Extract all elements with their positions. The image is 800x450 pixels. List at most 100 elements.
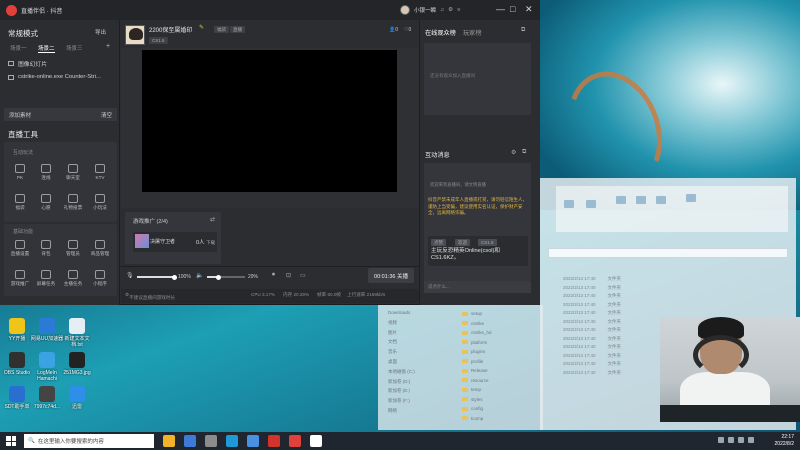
- avatar[interactable]: [400, 5, 410, 15]
- folder-item[interactable]: setup: [462, 311, 482, 316]
- add-source-button[interactable]: 添加素材: [9, 111, 31, 119]
- tool-button[interactable]: KTV: [87, 164, 113, 180]
- maximize-button[interactable]: □: [510, 4, 515, 14]
- file-row[interactable]: 2022/2/13 17:40 文件夹: [563, 319, 621, 325]
- explorer-nav-item[interactable]: 文档: [388, 339, 397, 345]
- tab-player-rank[interactable]: 玩家榜: [463, 28, 482, 37]
- tray-chevron-icon[interactable]: [718, 437, 724, 443]
- file-row[interactable]: 2022/2/13 17:40 文件夹: [563, 336, 621, 342]
- file-row[interactable]: 2022/2/13 17:40 文件夹: [563, 361, 621, 367]
- tool-button[interactable]: 游戏推广: [7, 270, 33, 287]
- file-row[interactable]: 2022/2/13 17:40 文件夹: [563, 293, 621, 299]
- taskbar-app-icon[interactable]: [163, 435, 175, 447]
- tab-online-audience[interactable]: 在线观众榜: [425, 28, 456, 37]
- file-explorer-nav-pane[interactable]: [378, 305, 543, 430]
- tool-button[interactable]: 小程序: [87, 270, 113, 287]
- taskbar-app-icon[interactable]: [247, 435, 259, 447]
- explorer-nav-item[interactable]: 视频: [388, 320, 397, 326]
- tag-chip[interactable]: 福袋: [214, 26, 229, 33]
- history-icon[interactable]: [656, 196, 666, 204]
- add-scene-icon[interactable]: +: [106, 43, 110, 50]
- speaker-volume-knob[interactable]: [216, 274, 221, 280]
- chat-input[interactable]: 说点什么...: [424, 281, 531, 293]
- taskbar-app-icon[interactable]: [205, 435, 217, 447]
- speaker-icon[interactable]: 🔈: [196, 272, 203, 279]
- folder-item[interactable]: Release: [462, 368, 488, 373]
- taskbar-app-icon[interactable]: [226, 435, 238, 447]
- menu-icon[interactable]: ≡: [457, 7, 460, 13]
- scene-tab-2[interactable]: 场景二: [38, 44, 55, 53]
- folder-item[interactable]: styles: [462, 397, 483, 402]
- record-icon[interactable]: ⏺: [272, 272, 275, 279]
- select-all-icon[interactable]: [686, 194, 696, 202]
- tool-button[interactable]: 心愿: [33, 194, 59, 211]
- streamer-avatar[interactable]: [125, 25, 145, 45]
- folder-item[interactable]: platform: [462, 340, 487, 345]
- mic-volume-slider[interactable]: [137, 274, 177, 280]
- clock[interactable]: 22:17 2022/8/2: [775, 434, 794, 448]
- explorer-nav-item[interactable]: 新加卷 (E:): [388, 388, 410, 394]
- desktop-icon[interactable]: YY开播: [0, 318, 34, 342]
- speaker-volume-slider[interactable]: [207, 274, 245, 280]
- folder-item[interactable]: config: [462, 406, 483, 411]
- headset-icon[interactable]: ♫: [440, 7, 444, 13]
- explorer-nav-item[interactable]: 图片: [388, 330, 397, 336]
- taskbar-app-icon[interactable]: [310, 435, 322, 447]
- chat-popout-icon[interactable]: ⧉: [522, 149, 526, 156]
- open-icon[interactable]: [616, 196, 626, 204]
- desktop-icon[interactable]: OBS Studio: [0, 352, 34, 376]
- explorer-address-bar[interactable]: [548, 248, 788, 258]
- tool-button[interactable]: 直播设置: [7, 240, 33, 257]
- network-icon[interactable]: [728, 437, 734, 443]
- folder-item[interactable]: plugins: [462, 349, 485, 354]
- tag-chip[interactable]: 直播: [230, 26, 245, 33]
- edit-icon[interactable]: [636, 196, 646, 204]
- tool-button[interactable]: 商品管理: [87, 240, 113, 257]
- swap-icon[interactable]: ⇄: [210, 216, 215, 223]
- taskbar-app-icon[interactable]: [184, 435, 196, 447]
- source-item-game[interactable]: cstrike-online.exe Counter-Stri...: [8, 74, 101, 80]
- explorer-nav-item[interactable]: 网络: [388, 408, 397, 414]
- chat-settings-icon[interactable]: ⚙: [511, 149, 516, 156]
- category-chip[interactable]: CS1.6: [149, 37, 168, 44]
- desktop-icon[interactable]: SDT助手单: [0, 386, 34, 410]
- file-row[interactable]: 2022/2/13 17:40 文件夹: [563, 327, 621, 333]
- camera-icon[interactable]: ⊡: [286, 272, 291, 279]
- desktop-icon[interactable]: LogMeIn Hamachi: [30, 352, 64, 382]
- file-row[interactable]: 2022/2/13 17:40 文件夹: [563, 353, 621, 359]
- import-button[interactable]: 导出: [95, 28, 106, 36]
- tool-button[interactable]: 管理员: [60, 240, 86, 257]
- desktop-icon[interactable]: 7997c74d...: [30, 386, 64, 410]
- explorer-nav-item[interactable]: 桌面: [388, 359, 397, 365]
- popout-icon[interactable]: ⧉: [521, 27, 525, 34]
- file-row[interactable]: 2022/2/13 17:40 文件夹: [563, 344, 621, 350]
- screen-icon[interactable]: ▭: [300, 272, 306, 279]
- source-item-slideshow[interactable]: 图像幻灯片: [8, 59, 47, 68]
- stream-title[interactable]: 2200保至属婚印: [149, 25, 192, 34]
- tool-button[interactable]: 背包: [33, 240, 59, 257]
- end-live-button[interactable]: 00:01:36 关播: [368, 268, 414, 283]
- folder-item[interactable]: cstrike_hd: [462, 330, 492, 335]
- tool-button[interactable]: 主播任务: [60, 270, 86, 287]
- file-row[interactable]: 2022/2/13 17:40 文件夹: [563, 310, 621, 316]
- taskbar-app-icon[interactable]: [268, 435, 280, 447]
- minimize-button[interactable]: —: [496, 4, 505, 14]
- taskbar-search[interactable]: 🔍 在这里输入你要搜索的内容: [24, 434, 154, 448]
- tool-button[interactable]: 小玩法: [87, 194, 113, 211]
- edit-title-icon[interactable]: ✎: [199, 24, 204, 31]
- explorer-nav-item[interactable]: 音乐: [388, 349, 397, 355]
- tool-button[interactable]: 屏幕任务: [33, 270, 59, 287]
- new-item-icon[interactable]: [586, 200, 596, 208]
- tool-button[interactable]: 福袋: [7, 194, 33, 211]
- taskbar-app-icon[interactable]: [289, 435, 301, 447]
- file-row[interactable]: 2022/2/13 17:40 文件夹: [563, 302, 621, 308]
- folder-item[interactable]: cstrike: [462, 321, 484, 326]
- ime-icon[interactable]: [748, 437, 754, 443]
- desktop-icon[interactable]: 网易UU加速器: [30, 318, 64, 342]
- explorer-nav-item[interactable]: 新加卷 (F:): [388, 398, 410, 404]
- scene-tab-3[interactable]: 场景三: [66, 44, 83, 52]
- folder-item[interactable]: profile: [462, 359, 483, 364]
- clear-sources-button[interactable]: 清空: [101, 111, 112, 119]
- desktop-icon[interactable]: 251MG3.jpg: [60, 352, 94, 376]
- tool-button[interactable]: 礼物投票: [60, 194, 86, 211]
